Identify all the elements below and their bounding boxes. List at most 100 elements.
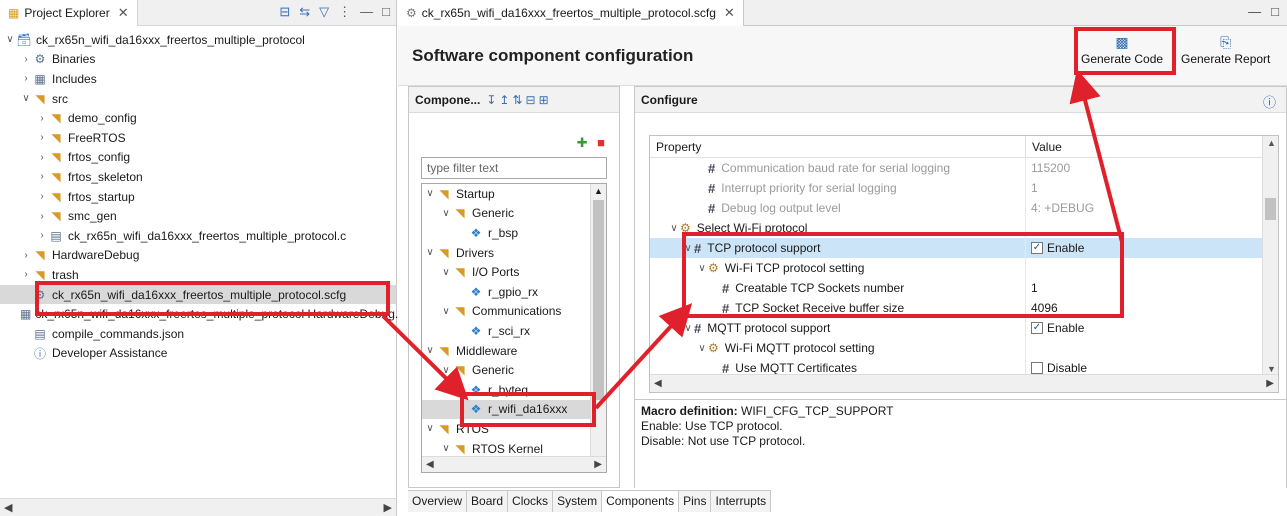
value-cell[interactable]: ✓ Enable bbox=[1026, 321, 1084, 335]
explorer-tree-item[interactable]: › ◥ frtos_startup bbox=[0, 187, 396, 207]
component-tree-item[interactable]: ∨ ◥ Generic bbox=[422, 204, 606, 224]
scroll-right-icon[interactable]: ▶ bbox=[594, 459, 602, 470]
collapse-all-icon[interactable]: ⊟ bbox=[526, 93, 539, 107]
scroll-left-icon[interactable]: ◀ bbox=[426, 459, 434, 470]
component-tree-item[interactable]: ∨ ◥ Startup bbox=[422, 184, 606, 204]
chevron-down-icon[interactable]: ∨ bbox=[440, 365, 452, 376]
explorer-tree-item[interactable]: › ◥ smc_gen bbox=[0, 206, 396, 226]
property-horizontal-scrollbar[interactable]: ◀ ▶ bbox=[650, 374, 1278, 392]
expand-all-icon[interactable]: ⊞ bbox=[539, 93, 552, 107]
component-tree-item[interactable]: ∨ ◥ Middleware bbox=[422, 341, 606, 361]
scroll-up-icon[interactable]: ▲ bbox=[594, 186, 603, 196]
close-icon[interactable]: ✕ bbox=[724, 5, 735, 21]
property-row[interactable]: # TCP Socket Receive buffer size 4096 bbox=[650, 298, 1278, 318]
property-row[interactable]: ∨ # MQTT protocol support ✓ Enable bbox=[650, 318, 1278, 338]
chevron-down-icon[interactable]: ∨ bbox=[20, 93, 32, 104]
component-tree-item[interactable]: ❖ r_wifi_da16xxx bbox=[422, 399, 606, 420]
components-vertical-scrollbar[interactable]: ▲ bbox=[590, 184, 606, 472]
tab-overview[interactable]: Overview bbox=[408, 491, 468, 512]
chevron-down-icon[interactable]: ∨ bbox=[668, 223, 680, 234]
tab-pins[interactable]: Pins bbox=[679, 491, 712, 512]
add-component-icon[interactable]: ✚ bbox=[577, 135, 588, 150]
tab-components[interactable]: Components bbox=[602, 491, 680, 512]
value-cell[interactable]: 1 bbox=[1026, 181, 1038, 195]
chevron-right-icon[interactable]: › bbox=[36, 211, 48, 222]
explorer-tree-item[interactable]: ∨ 🗃 ck_rx65n_wifi_da16xxx_freertos_multipl… bbox=[0, 30, 396, 50]
chevron-down-icon[interactable]: ∨ bbox=[696, 263, 708, 274]
explorer-tree-item[interactable]: ⓘ Developer Assistance bbox=[0, 344, 396, 364]
component-tree-item[interactable]: ❖ r_bsp bbox=[422, 223, 606, 243]
value-cell[interactable]: ✓ Enable bbox=[1026, 241, 1084, 255]
property-row[interactable]: ∨ ⚙ Select Wi-Fi protocol bbox=[650, 218, 1278, 238]
chevron-right-icon[interactable]: › bbox=[20, 73, 32, 84]
chevron-right-icon[interactable]: › bbox=[20, 250, 32, 261]
view-menu-icon[interactable]: ⋮ bbox=[338, 4, 351, 20]
component-tree-item[interactable]: ❖ r_byteq bbox=[422, 380, 606, 400]
component-tree-item[interactable]: ❖ r_gpio_rx bbox=[422, 282, 606, 302]
checkbox-checked[interactable]: ✓ bbox=[1031, 322, 1043, 334]
component-tree-item[interactable]: ∨ ◥ Generic bbox=[422, 360, 606, 380]
close-icon[interactable]: ✕ bbox=[118, 5, 129, 21]
property-row[interactable]: # Debug log output level 4: +DEBUG bbox=[650, 198, 1278, 218]
checkbox-unchecked[interactable] bbox=[1031, 362, 1043, 374]
components-horizontal-scrollbar[interactable]: ◀ ▶ bbox=[422, 456, 606, 472]
maximize-icon[interactable]: □ bbox=[1271, 4, 1279, 19]
chevron-down-icon[interactable]: ∨ bbox=[440, 306, 452, 317]
explorer-tree-item[interactable]: ▦ ck_rx65n_wifi_da16xxx_freertos_multiple… bbox=[0, 304, 434, 324]
explorer-tree-item[interactable]: › ◥ frtos_config bbox=[0, 148, 396, 168]
explorer-tree-item[interactable]: › ◥ frtos_skeleton bbox=[0, 167, 396, 187]
scroll-up-icon[interactable]: ▲ bbox=[1267, 138, 1276, 148]
chevron-right-icon[interactable]: › bbox=[36, 113, 48, 124]
chevron-down-icon[interactable]: ∨ bbox=[424, 345, 436, 356]
explorer-tree-item[interactable]: ▤ compile_commands.json bbox=[0, 324, 396, 344]
property-row[interactable]: # Communication baud rate for serial logg… bbox=[650, 158, 1278, 178]
export-icon[interactable]: ↥ bbox=[499, 93, 512, 107]
component-tree-item[interactable]: ❖ r_sci_rx bbox=[422, 321, 606, 341]
explorer-tree-item[interactable]: › ◥ demo_config bbox=[0, 108, 396, 128]
component-tree-item[interactable]: ∨ ◥ Drivers bbox=[422, 243, 606, 263]
tab-system[interactable]: System bbox=[553, 491, 603, 512]
property-row[interactable]: ∨ # TCP protocol support ✓ Enable bbox=[650, 238, 1278, 258]
chevron-down-icon[interactable]: ∨ bbox=[440, 267, 452, 278]
component-tree-item[interactable]: ∨ ◥ I/O Ports bbox=[422, 262, 606, 282]
generate-code-button[interactable]: ▩ Generate Code bbox=[1081, 32, 1163, 66]
chevron-right-icon[interactable]: › bbox=[20, 269, 32, 280]
value-cell[interactable]: 4: +DEBUG bbox=[1026, 201, 1094, 215]
component-tree-item[interactable]: ∨ ◥ RTOS bbox=[422, 419, 606, 439]
sort-icon[interactable]: ⇅ bbox=[512, 93, 525, 107]
chevron-right-icon[interactable]: › bbox=[20, 54, 32, 65]
property-row[interactable]: # Creatable TCP Sockets number 1 bbox=[650, 278, 1278, 298]
filter-input[interactable]: type filter text bbox=[421, 157, 607, 179]
column-header-property[interactable]: Property bbox=[650, 136, 1026, 157]
chevron-down-icon[interactable]: ∨ bbox=[696, 343, 708, 354]
import-icon[interactable]: ↧ bbox=[486, 93, 499, 107]
chevron-right-icon[interactable]: › bbox=[36, 152, 48, 163]
chevron-down-icon[interactable]: ∨ bbox=[424, 423, 436, 434]
tab-clocks[interactable]: Clocks bbox=[508, 491, 554, 512]
tab-interrupts[interactable]: Interrupts bbox=[711, 491, 772, 512]
explorer-tree-item[interactable]: › ◥ trash bbox=[0, 265, 396, 285]
explorer-tree-item[interactable]: › ▦ Includes bbox=[0, 69, 396, 89]
scroll-thumb[interactable] bbox=[1265, 198, 1276, 220]
chevron-right-icon[interactable]: › bbox=[36, 191, 48, 202]
chevron-right-icon[interactable]: › bbox=[36, 132, 48, 143]
explorer-tree-item[interactable]: › ◥ HardwareDebug bbox=[0, 246, 396, 266]
chevron-down-icon[interactable]: ∨ bbox=[424, 247, 436, 258]
chevron-down-icon[interactable]: ∨ bbox=[682, 323, 694, 334]
remove-component-icon[interactable]: ■ bbox=[597, 135, 605, 150]
scroll-thumb[interactable] bbox=[593, 200, 604, 400]
checkbox-checked[interactable]: ✓ bbox=[1031, 242, 1043, 254]
property-row[interactable]: ∨ ⚙ Wi-Fi TCP protocol setting bbox=[650, 258, 1278, 278]
chevron-down-icon[interactable]: ∨ bbox=[4, 34, 16, 45]
scroll-right-icon[interactable]: ▶ bbox=[1266, 378, 1274, 389]
value-cell[interactable]: Disable bbox=[1026, 361, 1087, 375]
filter-icon[interactable]: ▽ bbox=[319, 4, 329, 20]
scroll-left-icon[interactable]: ◀ bbox=[4, 501, 12, 514]
project-explorer-tab[interactable]: ▦ Project Explorer ✕ bbox=[0, 0, 138, 26]
tab-board[interactable]: Board bbox=[467, 491, 509, 512]
explorer-tree-item[interactable]: ⚙ ck_rx65n_wifi_da16xxx_freertos_multiple… bbox=[0, 284, 396, 305]
minimize-icon[interactable]: — bbox=[1248, 4, 1261, 19]
explorer-horizontal-scrollbar[interactable]: ◀ ▶ bbox=[0, 498, 396, 516]
explorer-tree-item[interactable]: › ▤ ck_rx65n_wifi_da16xxx_freertos_multipl… bbox=[0, 226, 396, 246]
link-with-editor-icon[interactable]: ⇆ bbox=[299, 4, 310, 20]
